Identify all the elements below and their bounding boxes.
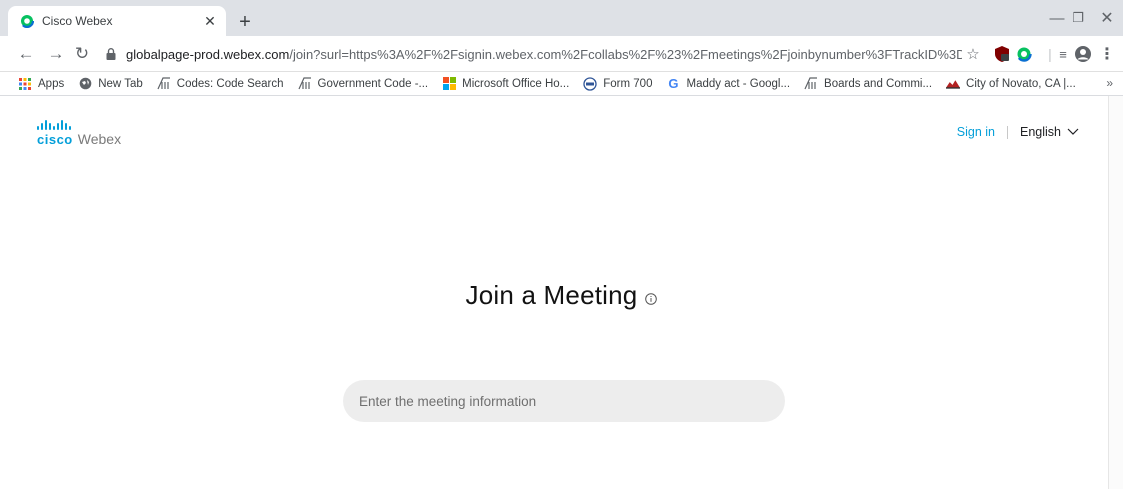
new-tab-button[interactable]: + — [233, 11, 257, 33]
bookmark-label: Microsoft Office Ho... — [462, 77, 570, 90]
city-icon — [946, 77, 961, 91]
language-selector[interactable]: English — [1020, 125, 1079, 139]
url-text[interactable]: globalpage-prod.webex.com/join?surl=http… — [126, 47, 962, 62]
bookmark-label: Form 700 — [603, 77, 653, 90]
page-scrollbar[interactable] — [1108, 96, 1123, 489]
meeting-info-input[interactable] — [343, 380, 785, 422]
extension-ublock-icon[interactable] — [992, 44, 1012, 64]
url-path: /join?surl=https%3A%2F%2Fsignin.webex.co… — [289, 46, 962, 62]
back-arrow-icon[interactable]: ← — [14, 42, 38, 66]
close-tab-icon[interactable]: ✕ — [202, 13, 218, 29]
bookmark-apps[interactable]: Apps — [18, 77, 64, 91]
tab-title: Cisco Webex — [42, 14, 113, 28]
header-actions: Sign in English — [957, 125, 1079, 139]
more-bookmarks-chevron-icon[interactable]: » — [1106, 76, 1113, 90]
pillar-icon — [157, 77, 171, 91]
bookmark-star-icon[interactable]: ☆ — [962, 45, 984, 63]
bookmark-label: New Tab — [98, 77, 143, 90]
browser-toolbar: ← → ↻ globalpage-prod.webex.com/join?sur… — [0, 36, 1123, 72]
reading-list-icon[interactable]: ≡ — [1053, 44, 1073, 64]
close-window-icon[interactable]: ✕ — [1084, 0, 1123, 36]
pillar-icon — [297, 77, 312, 91]
info-icon[interactable] — [645, 292, 658, 305]
apps-grid-icon — [18, 77, 32, 91]
tab-strip: Cisco Webex ✕ + — ❐ ✕ — [0, 0, 1123, 36]
globe-icon — [78, 77, 92, 91]
lock-icon — [106, 48, 116, 60]
pillar-icon — [804, 77, 818, 91]
header-divider — [1007, 125, 1008, 139]
heading-row: Join a Meeting — [0, 280, 1123, 311]
page-title: Join a Meeting — [465, 280, 638, 310]
cisco-webex-logo[interactable]: cisco Webex — [37, 120, 121, 147]
reload-icon[interactable]: ↻ — [70, 42, 94, 66]
forward-arrow-icon[interactable]: → — [44, 42, 68, 66]
microsoft-icon — [442, 77, 456, 91]
logo-cisco-text: cisco — [37, 132, 73, 147]
address-bar[interactable]: globalpage-prod.webex.com/join?surl=http… — [104, 40, 984, 68]
google-icon: G — [668, 76, 679, 91]
profile-avatar-icon[interactable] — [1073, 44, 1093, 64]
webex-page: cisco Webex Sign in English Join a Meeti… — [0, 96, 1123, 489]
url-host: globalpage-prod.webex.com — [126, 46, 290, 62]
bookmarks-bar: Apps New Tab Codes: Code Search Governme… — [0, 72, 1123, 96]
kebab-menu-icon[interactable]: ⋮ — [1097, 44, 1117, 64]
bookmark-label: Maddy act - Googl... — [686, 77, 791, 90]
extension-webex-icon[interactable] — [1014, 44, 1034, 64]
cisco-bars-icon — [37, 120, 121, 130]
sign-in-link[interactable]: Sign in — [957, 125, 995, 139]
browser-tab[interactable]: Cisco Webex ✕ — [8, 6, 226, 36]
bookmark-label: Government Code -... — [317, 77, 429, 90]
webex-favicon-icon — [20, 14, 34, 28]
bookmark-label: City of Novato, CA |... — [966, 77, 1076, 90]
bookmark-boards-and-commissions[interactable]: Boards and Commi... — [804, 77, 932, 91]
bookmark-form-700[interactable]: Form 700 — [583, 76, 653, 91]
language-label: English — [1020, 125, 1061, 139]
bookmark-city-of-novato[interactable]: City of Novato, CA |... — [946, 77, 1076, 91]
logo-webex-text: Webex — [77, 131, 122, 147]
bookmark-government-code[interactable]: Government Code -... — [297, 77, 429, 91]
chevron-down-icon — [1067, 128, 1079, 135]
form-icon — [583, 76, 597, 91]
bookmark-microsoft-office[interactable]: Microsoft Office Ho... — [442, 77, 569, 91]
bookmark-maddy-act[interactable]: G Maddy act - Googl... — [666, 76, 791, 91]
bookmark-label: Boards and Commi... — [824, 77, 933, 90]
bookmark-codes-code-search[interactable]: Codes: Code Search — [157, 77, 284, 91]
bookmark-new-tab[interactable]: New Tab — [78, 77, 143, 91]
bookmark-label: Apps — [38, 77, 65, 90]
bookmark-label: Codes: Code Search — [176, 77, 284, 90]
